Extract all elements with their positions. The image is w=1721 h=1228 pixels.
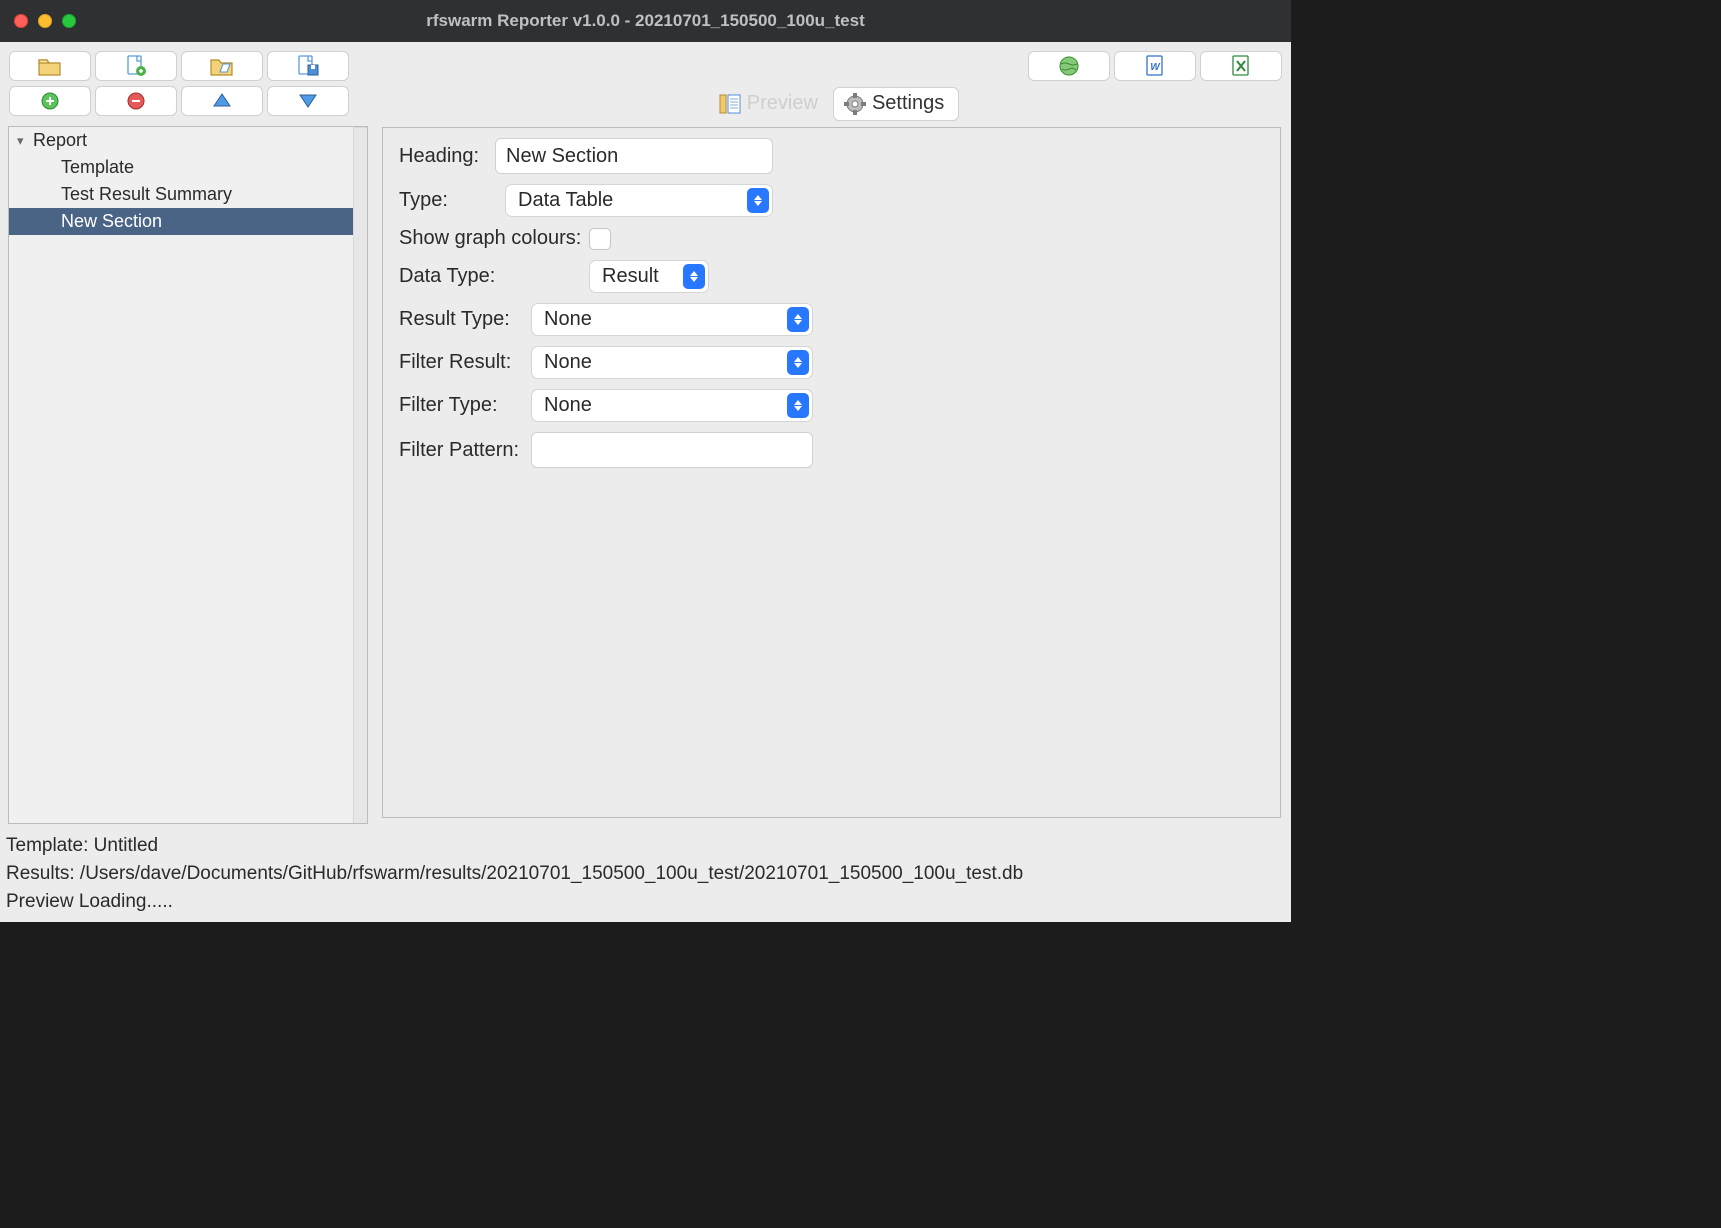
triangle-down-icon — [299, 93, 317, 109]
right-pane: Preview Settings Heading: Type: — [376, 84, 1291, 828]
move-down-button[interactable] — [267, 86, 349, 116]
minimize-window-button[interactable] — [38, 14, 52, 28]
chevron-updown-icon — [683, 264, 705, 289]
remove-section-button[interactable] — [95, 86, 177, 116]
show-graph-colours-checkbox[interactable] — [589, 228, 611, 250]
filter-type-select[interactable]: None — [531, 389, 813, 422]
top-toolbar: W — [0, 42, 1291, 84]
row-heading: Heading: — [399, 138, 1264, 174]
export-word-button[interactable]: W — [1114, 51, 1196, 81]
svg-text:W: W — [1150, 62, 1161, 73]
export-excel-button[interactable] — [1200, 51, 1282, 81]
ruler-page-icon — [719, 93, 741, 115]
open-file-icon — [210, 56, 234, 76]
filter-pattern-input[interactable] — [531, 432, 813, 468]
content-area: ▾ Report Template Test Result Summary Ne… — [0, 84, 1291, 828]
toolbar-right-group: W — [1028, 51, 1282, 81]
tab-preview-label: Preview — [747, 92, 818, 115]
export-html-button[interactable] — [1028, 51, 1110, 81]
chevron-updown-icon — [787, 350, 809, 375]
tree-item-new-section[interactable]: New Section — [9, 208, 367, 235]
row-filter-type: Filter Type: None — [399, 389, 1264, 422]
tab-settings[interactable]: Settings — [833, 87, 959, 121]
globe-icon — [1058, 55, 1080, 77]
filter-result-value: None — [544, 351, 592, 374]
tab-row: Preview Settings — [376, 84, 1291, 121]
close-window-button[interactable] — [14, 14, 28, 28]
new-file-icon — [125, 55, 147, 77]
tree-item-label: Test Result Summary — [61, 184, 232, 205]
gear-icon — [844, 93, 866, 115]
data-type-value: Result — [602, 265, 659, 288]
result-type-value: None — [544, 308, 592, 331]
row-show-graph-colours: Show graph colours: — [399, 227, 1264, 250]
new-file-button[interactable] — [95, 51, 177, 81]
tree-item-label: Template — [61, 157, 134, 178]
chevron-updown-icon — [747, 188, 769, 213]
titlebar: rfswarm Reporter v1.0.0 - 20210701_15050… — [0, 0, 1291, 42]
open-folder-button[interactable] — [9, 51, 91, 81]
toolbar-left-group — [9, 51, 349, 81]
plus-circle-icon — [40, 91, 60, 111]
type-select[interactable]: Data Table — [505, 184, 773, 217]
show-graph-colours-label: Show graph colours: — [399, 227, 581, 250]
heading-label: Heading: — [399, 145, 489, 168]
word-doc-icon: W — [1145, 55, 1165, 77]
status-bar: Template: Untitled Results: /Users/dave/… — [0, 828, 1291, 922]
status-preview: Preview Loading..... — [6, 888, 1285, 916]
row-result-type: Result Type: None — [399, 303, 1264, 336]
data-type-select[interactable]: Result — [589, 260, 709, 293]
tab-preview[interactable]: Preview — [708, 87, 833, 121]
save-file-button[interactable] — [267, 51, 349, 81]
tree-toolbar — [0, 84, 376, 122]
open-folder-icon — [38, 56, 62, 76]
maximize-window-button[interactable] — [62, 14, 76, 28]
status-template: Template: Untitled — [6, 832, 1285, 860]
filter-result-select[interactable]: None — [531, 346, 813, 379]
type-label: Type: — [399, 189, 487, 212]
window-title: rfswarm Reporter v1.0.0 - 20210701_15050… — [426, 11, 865, 31]
type-select-value: Data Table — [518, 189, 613, 212]
row-type: Type: Data Table — [399, 184, 1264, 217]
result-type-select[interactable]: None — [531, 303, 813, 336]
add-section-button[interactable] — [9, 86, 91, 116]
left-pane: ▾ Report Template Test Result Summary Ne… — [0, 84, 376, 828]
filter-pattern-label: Filter Pattern: — [399, 439, 527, 462]
save-file-icon — [296, 55, 320, 77]
filter-result-label: Filter Result: — [399, 351, 521, 374]
triangle-up-icon — [213, 93, 231, 109]
section-tree[interactable]: ▾ Report Template Test Result Summary Ne… — [8, 126, 368, 824]
heading-input[interactable] — [495, 138, 773, 174]
tree-root-report[interactable]: ▾ Report — [9, 127, 367, 154]
tree-scrollbar[interactable] — [353, 127, 367, 823]
data-type-label: Data Type: — [399, 265, 589, 288]
open-file-button[interactable] — [181, 51, 263, 81]
chevron-down-icon: ▾ — [17, 133, 33, 149]
filter-type-value: None — [544, 394, 592, 417]
row-filter-pattern: Filter Pattern: — [399, 432, 1264, 468]
excel-doc-icon — [1231, 55, 1251, 77]
status-results: Results: /Users/dave/Documents/GitHub/rf… — [6, 860, 1285, 888]
minus-circle-icon — [126, 91, 146, 111]
filter-type-label: Filter Type: — [399, 394, 521, 417]
settings-panel: Heading: Type: Data Table Show graph col… — [382, 127, 1281, 818]
tree-root-label: Report — [33, 130, 87, 151]
tree-item-template[interactable]: Template — [9, 154, 367, 181]
tree-wrap: ▾ Report Template Test Result Summary Ne… — [0, 122, 376, 828]
row-data-type: Data Type: Result — [399, 260, 1264, 293]
move-up-button[interactable] — [181, 86, 263, 116]
chevron-updown-icon — [787, 307, 809, 332]
tree-item-label: New Section — [61, 211, 162, 232]
tree-item-test-result-summary[interactable]: Test Result Summary — [9, 181, 367, 208]
row-filter-result: Filter Result: None — [399, 346, 1264, 379]
traffic-lights — [14, 14, 76, 28]
app-body: W — [0, 42, 1291, 922]
chevron-updown-icon — [787, 393, 809, 418]
tab-settings-label: Settings — [872, 92, 944, 115]
result-type-label: Result Type: — [399, 308, 521, 331]
